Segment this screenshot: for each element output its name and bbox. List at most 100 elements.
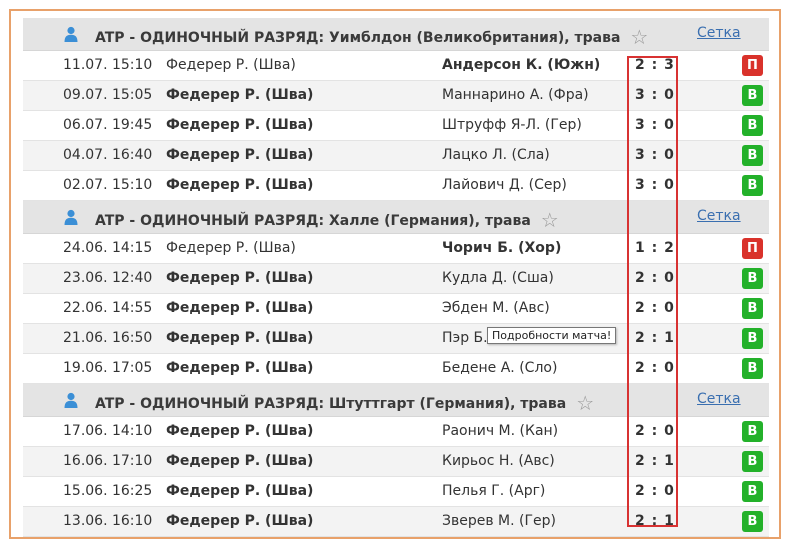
home-player: Федерер Р. (Шва) <box>166 270 314 286</box>
home-player: Федерер Р. (Шва) <box>166 483 314 499</box>
league-title: ATP - ОДИНОЧНЫЙ РАЗРЯД: Уимблдон (Велико… <box>95 25 649 49</box>
match-date: 09.07. 15:05 <box>63 87 153 103</box>
match-score[interactable]: 2 : 0 <box>635 360 675 376</box>
person-icon <box>64 26 78 42</box>
away-player: Эбден М. (Авс) <box>442 300 550 316</box>
star-icon[interactable]: ☆ <box>541 208 559 232</box>
match-date: 22.06. 14:55 <box>63 300 153 316</box>
league-header: ATP - ОДИНОЧНЫЙ РАЗРЯД: Халле (Германия)… <box>23 201 769 234</box>
match-date: 19.06. 17:05 <box>63 360 153 376</box>
away-player: Бедене А. (Сло) <box>442 360 558 376</box>
result-badge: В <box>742 298 763 319</box>
match-score[interactable]: 2 : 1 <box>635 453 675 469</box>
match-row[interactable]: 13.06. 16:10 Федерер Р. (Шва) Зверев М. … <box>23 507 769 537</box>
result-badge: В <box>742 115 763 136</box>
match-row[interactable]: 15.06. 16:25 Федерер Р. (Шва) Пелья Г. (… <box>23 477 769 507</box>
home-player: Федерер Р. (Шва) <box>166 453 314 469</box>
match-row[interactable]: 16.06. 17:10 Федерер Р. (Шва) Кирьос Н. … <box>23 447 769 477</box>
home-player: Федерер Р. (Шва) <box>166 57 296 73</box>
match-date: 23.06. 12:40 <box>63 270 153 286</box>
away-player: Андерсон К. (Южн) <box>442 57 601 73</box>
home-player: Федерер Р. (Шва) <box>166 423 314 439</box>
match-date: 17.06. 14:10 <box>63 423 153 439</box>
match-row[interactable]: 06.07. 19:45 Федерер Р. (Шва) Штруфф Я-Л… <box>23 111 769 141</box>
result-badge: В <box>742 481 763 502</box>
away-player: Пэр Б. <box>442 330 488 346</box>
away-player: Чорич Б. (Хор) <box>442 240 562 256</box>
match-date: 16.06. 17:10 <box>63 453 153 469</box>
league-header: ATP - ОДИНОЧНЫЙ РАЗРЯД: Штуттгарт (Герма… <box>23 384 769 417</box>
home-player: Федерер Р. (Шва) <box>166 240 296 256</box>
match-row[interactable]: 11.07. 15:10 Федерер Р. (Шва) Андерсон К… <box>23 51 769 81</box>
home-player: Федерер Р. (Шва) <box>166 147 314 163</box>
match-row[interactable]: 17.06. 14:10 Федерер Р. (Шва) Раонич М. … <box>23 417 769 447</box>
match-date: 13.06. 16:10 <box>63 513 153 529</box>
star-icon[interactable]: ☆ <box>630 25 648 49</box>
person-icon <box>64 209 78 225</box>
match-score[interactable]: 3 : 0 <box>635 177 675 193</box>
match-score[interactable]: 2 : 1 <box>635 513 675 529</box>
match-row[interactable]: 02.07. 15:10 Федерер Р. (Шва) Лайович Д.… <box>23 171 769 201</box>
home-player: Федерер Р. (Шва) <box>166 300 314 316</box>
match-date: 04.07. 16:40 <box>63 147 153 163</box>
result-badge: П <box>742 238 763 259</box>
match-row[interactable]: 09.07. 15:05 Федерер Р. (Шва) Маннарино … <box>23 81 769 111</box>
away-player: Лайович Д. (Сер) <box>442 177 567 193</box>
match-date: 02.07. 15:10 <box>63 177 153 193</box>
person-icon <box>64 392 78 408</box>
result-badge: В <box>742 328 763 349</box>
home-player: Федерер Р. (Шва) <box>166 513 314 529</box>
away-player: Лацко Л. (Сла) <box>442 147 550 163</box>
match-score[interactable]: 3 : 0 <box>635 147 675 163</box>
match-score[interactable]: 2 : 0 <box>635 270 675 286</box>
draw-link[interactable]: Сетка <box>697 391 741 407</box>
star-icon[interactable]: ☆ <box>576 391 594 415</box>
match-score[interactable]: 3 : 0 <box>635 117 675 133</box>
result-badge: В <box>742 451 763 472</box>
result-badge: В <box>742 511 763 532</box>
match-date: 24.06. 14:15 <box>63 240 153 256</box>
away-player: Маннарино А. (Фра) <box>442 87 589 103</box>
draw-link[interactable]: Сетка <box>697 208 741 224</box>
home-player: Федерер Р. (Шва) <box>166 330 314 346</box>
match-date: 11.07. 15:10 <box>63 57 153 73</box>
home-player: Федерер Р. (Шва) <box>166 87 314 103</box>
result-badge: В <box>742 145 763 166</box>
match-row[interactable]: 21.06. 16:50 Федерер Р. (Шва) Пэр Б. 2 :… <box>23 324 769 354</box>
match-score[interactable]: 2 : 3 <box>635 57 675 73</box>
match-row[interactable]: 24.06. 14:15 Федерер Р. (Шва) Чорич Б. (… <box>23 234 769 264</box>
away-player: Кирьос Н. (Авс) <box>442 453 555 469</box>
match-date: 15.06. 16:25 <box>63 483 153 499</box>
draw-link[interactable]: Сетка <box>697 25 741 41</box>
league-header: ATP - ОДИНОЧНЫЙ РАЗРЯД: Уимблдон (Велико… <box>23 18 769 51</box>
home-player: Федерер Р. (Шва) <box>166 117 314 133</box>
result-badge: П <box>742 55 763 76</box>
away-player: Раонич М. (Кан) <box>442 423 559 439</box>
match-score[interactable]: 2 : 0 <box>635 423 675 439</box>
match-row[interactable]: 04.07. 16:40 Федерер Р. (Шва) Лацко Л. (… <box>23 141 769 171</box>
result-badge: В <box>742 358 763 379</box>
match-row[interactable]: 23.06. 12:40 Федерер Р. (Шва) Кудла Д. (… <box>23 264 769 294</box>
away-player: Пелья Г. (Арг) <box>442 483 546 499</box>
away-player: Кудла Д. (Сша) <box>442 270 554 286</box>
match-score[interactable]: 2 : 0 <box>635 300 675 316</box>
home-player: Федерер Р. (Шва) <box>166 360 314 376</box>
result-badge: В <box>742 85 763 106</box>
match-score[interactable]: 1 : 2 <box>635 240 675 256</box>
match-row[interactable]: 22.06. 14:55 Федерер Р. (Шва) Эбден М. (… <box>23 294 769 324</box>
result-badge: В <box>742 268 763 289</box>
home-player: Федерер Р. (Шва) <box>166 177 314 193</box>
match-details-tooltip: Подробности матча! <box>487 327 617 344</box>
away-player: Зверев М. (Гер) <box>442 513 556 529</box>
match-score[interactable]: 2 : 0 <box>635 483 675 499</box>
match-score[interactable]: 2 : 1 <box>635 330 675 346</box>
match-row[interactable]: 19.06. 17:05 Федерер Р. (Шва) Бедене А. … <box>23 354 769 384</box>
league-title: ATP - ОДИНОЧНЫЙ РАЗРЯД: Халле (Германия)… <box>95 208 559 232</box>
away-player: Штруфф Я-Л. (Гер) <box>442 117 582 133</box>
league-title: ATP - ОДИНОЧНЫЙ РАЗРЯД: Штуттгарт (Герма… <box>95 391 595 415</box>
match-score[interactable]: 3 : 0 <box>635 87 675 103</box>
results-table: ATP - ОДИНОЧНЫЙ РАЗРЯД: Уимблдон (Велико… <box>23 18 769 537</box>
match-date: 21.06. 16:50 <box>63 330 153 346</box>
result-badge: В <box>742 175 763 196</box>
match-date: 06.07. 19:45 <box>63 117 153 133</box>
